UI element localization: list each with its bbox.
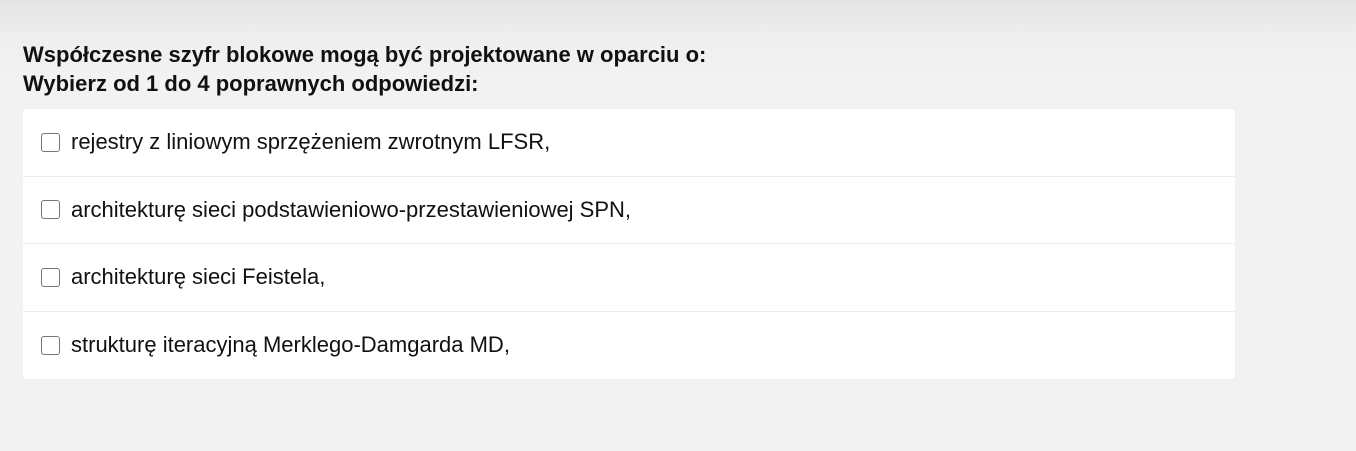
- answer-option-2[interactable]: architekturę sieci podstawieniowo-przest…: [23, 177, 1235, 244]
- answer-label: rejestry z liniowym sprzężeniem zwrotnym…: [71, 129, 551, 155]
- question-title: Współczesne szyfr blokowe mogą być proje…: [23, 42, 707, 67]
- answer-list: rejestry z liniowym sprzężeniem zwrotnym…: [23, 109, 1235, 379]
- checkbox[interactable]: [41, 267, 60, 287]
- question-instruction: Wybierz od 1 do 4 poprawnych odpowiedzi:: [23, 71, 479, 96]
- answer-option-4[interactable]: strukturę iteracyjną Merklego-Damgarda M…: [23, 312, 1235, 380]
- checkbox[interactable]: [41, 335, 60, 355]
- answer-option-3[interactable]: architekturę sieci Feistela,: [23, 244, 1235, 312]
- answer-option-1[interactable]: rejestry z liniowym sprzężeniem zwrotnym…: [23, 109, 1235, 177]
- checkbox[interactable]: [41, 132, 60, 152]
- answer-label: architekturę sieci Feistela,: [71, 264, 326, 290]
- answer-label: strukturę iteracyjną Merklego-Damgarda M…: [71, 332, 510, 358]
- question-block: Współczesne szyfr blokowe mogą być proje…: [23, 40, 706, 98]
- checkbox[interactable]: [41, 200, 60, 220]
- answer-label: architekturę sieci podstawieniowo-przest…: [71, 196, 632, 222]
